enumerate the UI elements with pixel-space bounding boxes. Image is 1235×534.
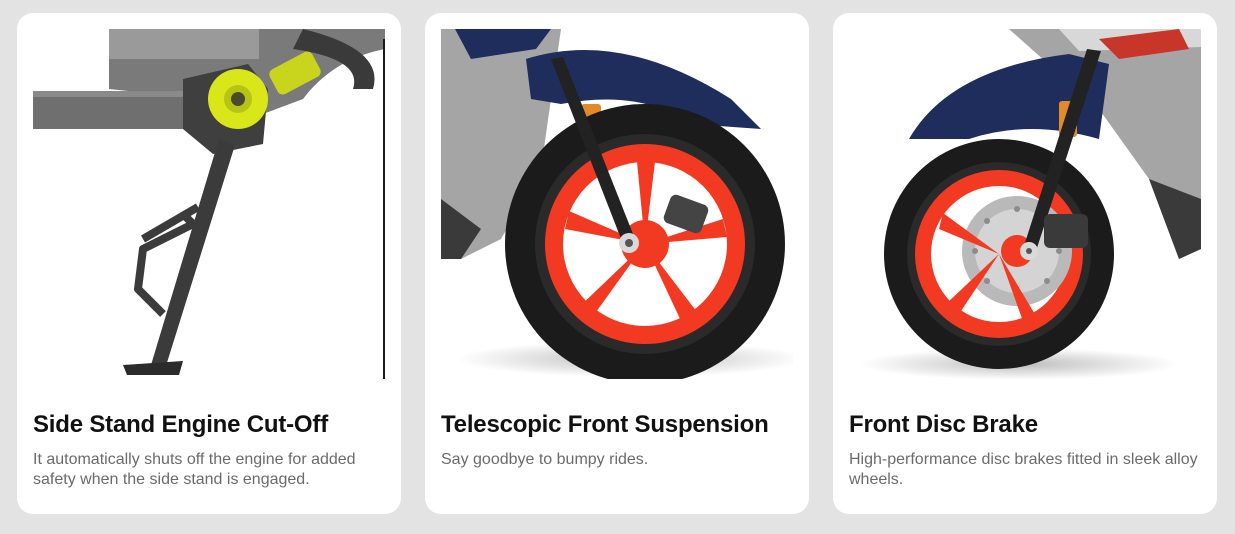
feature-card-side-stand[interactable]: Side Stand Engine Cut-Off It automatical…	[17, 13, 401, 514]
card-description: High-performance disc brakes fitted in s…	[849, 451, 1198, 488]
card-title: Telescopic Front Suspension	[441, 411, 769, 438]
feature-cards-row: Side Stand Engine Cut-Off It automatical…	[0, 0, 1235, 534]
feature-card-telescopic-suspension[interactable]: Telescopic Front Suspension Say goodbye …	[425, 13, 809, 514]
disc-brake-illustration	[849, 29, 1201, 379]
side-stand-image	[33, 29, 385, 379]
card-description: It automatically shuts off the engine fo…	[33, 451, 356, 488]
card-title: Front Disc Brake	[849, 411, 1038, 438]
side-stand-illustration	[33, 29, 385, 379]
telescopic-suspension-image	[441, 29, 793, 379]
feature-card-disc-brake[interactable]: Front Disc Brake High-performance disc b…	[833, 13, 1217, 514]
card-title: Side Stand Engine Cut-Off	[33, 411, 328, 438]
card-description: Say goodbye to bumpy rides.	[441, 451, 649, 468]
disc-brake-image	[849, 29, 1201, 379]
front-wheel-illustration	[441, 29, 793, 379]
